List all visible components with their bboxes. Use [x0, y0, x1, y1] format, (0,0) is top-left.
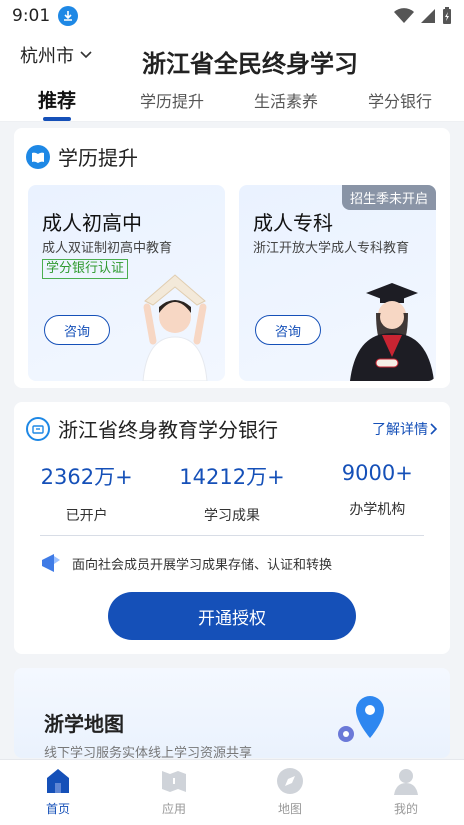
top-header: 杭州市 浙江省全民终身学习 [0, 32, 464, 78]
section-title: 浙学地图 [44, 712, 124, 736]
wifi-icon [394, 8, 414, 23]
course-desc: 浙江开放大学成人专科教育 [253, 241, 410, 256]
stat-value: 14212万+ [179, 465, 285, 489]
location-pin-icon [338, 696, 384, 742]
description-text: 面向社会成员开展学习成果存储、认证和转换 [72, 557, 333, 573]
section-title: 浙江省终身教育学分银行 [58, 418, 278, 442]
bank-icon [26, 416, 50, 441]
learn-more-label: 了解详情 [372, 421, 428, 438]
course-desc: 成人双证制初高中教育 [42, 241, 173, 256]
status-bar: 9:01 [0, 0, 464, 32]
nav-label: 首页 [45, 802, 70, 816]
student-illustration [142, 274, 208, 381]
tab-credit-bank[interactable]: 学分银行 [368, 78, 432, 112]
nav-label: 我的 [393, 802, 418, 816]
adult-highschool-card[interactable]: 成人初高中 成人双证制初高中教育 学分银行认证 咨询 [28, 185, 225, 381]
certification-badge: 学分银行认证 [42, 259, 129, 279]
nav-home[interactable]: 首页 [0, 760, 116, 825]
nav-apps[interactable]: 应用 [116, 760, 232, 825]
download-icon [58, 6, 79, 26]
nav-label: 应用 [161, 802, 186, 816]
learn-more-link[interactable]: 了解详情 [372, 419, 438, 439]
stat-accounts: 2362万+ 已开户 [14, 461, 159, 525]
apps-icon [162, 771, 186, 792]
bank-description: 面向社会成员开展学习成果存储、认证和转换 [14, 536, 450, 574]
map-section[interactable]: 浙学地图 线下学习服务实体线上学习资源共享 [14, 668, 450, 758]
consult-button[interactable]: 咨询 [255, 315, 321, 345]
status-time: 9:01 [12, 6, 51, 26]
education-section: 学历提升 成人初高中 成人双证制初高中教育 学分银行认证 咨询 招生季未开启 成… [14, 128, 450, 388]
nav-map[interactable]: 地图 [232, 760, 348, 825]
tab-education[interactable]: 学历提升 [140, 78, 204, 112]
stat-value: 9000+ [341, 461, 413, 485]
profile-icon [394, 769, 418, 795]
category-tabs: 推荐 学历提升 生活素养 学分银行 [0, 78, 464, 122]
battery-icon [443, 7, 451, 24]
signal-icon [421, 9, 435, 23]
credit-bank-section: 浙江省终身教育学分银行 了解详情 2362万+ 已开户 14212万+ 学习成果… [14, 402, 450, 654]
book-icon [26, 144, 50, 169]
app-title: 浙江省全民终身学习 [142, 50, 358, 78]
stat-achievements: 14212万+ 学习成果 [159, 461, 304, 525]
tab-recommend[interactable]: 推荐 [38, 78, 76, 113]
megaphone-icon [42, 554, 60, 572]
section-title: 学历提升 [58, 146, 138, 170]
home-icon [47, 769, 69, 793]
enrollment-status-ribbon: 招生季未开启 [341, 185, 436, 210]
chevron-right-icon [430, 422, 438, 435]
nav-label: 地图 [277, 802, 302, 816]
stat-label: 办学机构 [349, 502, 406, 518]
stat-value: 2362万+ [40, 465, 133, 489]
stats-row: 2362万+ 已开户 14212万+ 学习成果 9000+ 办学机构 [14, 443, 450, 525]
stat-label: 已开户 [65, 508, 108, 524]
graduate-illustration [350, 283, 434, 381]
adult-college-card[interactable]: 招生季未开启 成人专科 浙江开放大学成人专科教育 咨询 [239, 185, 436, 381]
section-subtitle: 线下学习服务实体线上学习资源共享 [44, 746, 253, 758]
course-name: 成人初高中 [42, 211, 142, 235]
bottom-navigation: 首页 应用 地图 我的 [0, 759, 464, 825]
stat-institutions: 9000+ 办学机构 [305, 461, 450, 525]
stat-label: 学习成果 [203, 508, 260, 524]
consult-button[interactable]: 咨询 [44, 315, 110, 345]
authorize-button[interactable]: 开通授权 [108, 592, 356, 640]
nav-profile[interactable]: 我的 [348, 760, 464, 825]
tab-life[interactable]: 生活素养 [254, 78, 318, 112]
course-name: 成人专科 [253, 211, 333, 235]
compass-icon [277, 768, 303, 794]
